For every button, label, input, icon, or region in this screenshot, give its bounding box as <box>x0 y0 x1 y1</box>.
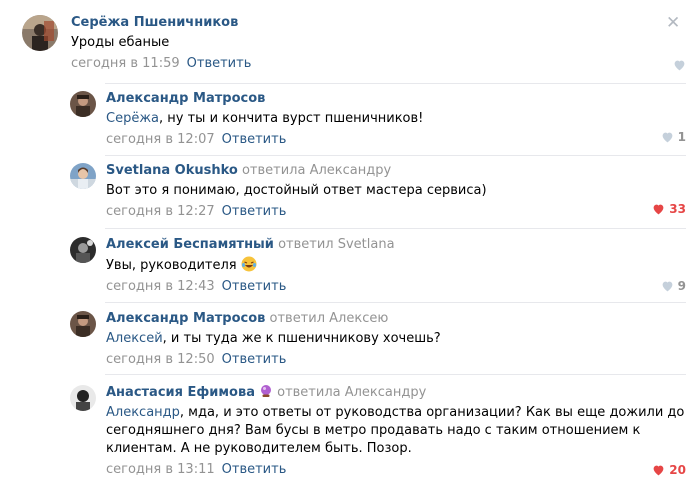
divider <box>105 228 686 229</box>
reply-button[interactable]: Ответить <box>222 279 287 294</box>
reply-to-link[interactable]: ответил Svetlana <box>278 237 394 252</box>
comment-author[interactable]: Серёжа Пшеничников <box>71 15 238 30</box>
comment: Серёжа Пшеничников Уроды ебаные сегодня … <box>22 14 686 84</box>
avatar[interactable] <box>70 311 96 337</box>
comment-text: Серёжа, ну ты и кончита вурст пшеничнико… <box>106 111 424 126</box>
comment-text: Уроды ебаные <box>71 35 170 50</box>
mention-link[interactable]: Серёжа <box>106 111 159 126</box>
like-count: 33 <box>669 202 686 216</box>
comment: Алексей Беспамятный ответил Svetlana Увы… <box>70 236 686 300</box>
comment-text: Алексей, и ты туда же к пшеничникову хоч… <box>106 331 441 346</box>
avatar[interactable] <box>70 385 96 411</box>
comment-text: Вот это я понимаю, достойный ответ масте… <box>106 183 487 198</box>
reply-button[interactable]: Ответить <box>222 462 287 477</box>
like-button[interactable]: 9 <box>661 279 686 293</box>
reply-button[interactable]: Ответить <box>222 132 287 147</box>
comment-time[interactable]: сегодня в 13:11 <box>106 462 215 477</box>
comment-author[interactable]: Александр Матросов <box>106 311 265 326</box>
reply-button[interactable]: Ответить <box>222 204 287 219</box>
mention-link[interactable]: Алексей <box>106 331 163 346</box>
heart-icon <box>662 281 673 292</box>
comment-text: Александр, мда, и это ответы от руководс… <box>106 405 685 456</box>
divider <box>105 374 686 375</box>
reply-to-link[interactable]: ответил Алексею <box>270 311 389 326</box>
divider <box>105 302 686 303</box>
reply-to-link[interactable]: ответила Александру <box>242 163 391 178</box>
like-count: 20 <box>669 463 686 477</box>
like-button[interactable]: 20 <box>652 463 686 477</box>
crystal-ball-icon <box>260 385 271 397</box>
avatar[interactable] <box>70 237 96 263</box>
comment-time[interactable]: сегодня в 12:27 <box>106 204 215 219</box>
avatar[interactable] <box>70 91 96 117</box>
like-button[interactable]: 33 <box>652 202 686 216</box>
reply-button[interactable]: Ответить <box>187 56 252 71</box>
laughing-emoji-icon <box>241 256 257 272</box>
comment: Александр Матросов ответил Алексею Алекс… <box>70 310 686 374</box>
divider <box>105 83 686 84</box>
divider <box>105 155 686 156</box>
comment-time[interactable]: сегодня в 12:07 <box>106 132 215 147</box>
comment-author[interactable]: Анастасия Ефимова <box>106 385 255 400</box>
comment-author[interactable]: Svetlana Okushko <box>106 163 238 178</box>
comment: Анастасия Ефимова ответила Александру Ал… <box>70 384 686 484</box>
comment-text: Увы, руководителя <box>106 256 686 275</box>
reply-button[interactable]: Ответить <box>222 352 287 367</box>
like-count: 1 <box>677 130 686 144</box>
like-count: 9 <box>677 279 686 293</box>
heart-icon <box>653 204 664 215</box>
comment-time[interactable]: сегодня в 11:59 <box>71 56 180 71</box>
like-button[interactable] <box>673 59 686 71</box>
comment-time[interactable]: сегодня в 12:43 <box>106 279 215 294</box>
comment: Svetlana Okushko ответила Александру Вот… <box>70 162 686 226</box>
comment-author[interactable]: Алексей Беспамятный <box>106 237 274 252</box>
comment-time[interactable]: сегодня в 12:50 <box>106 352 215 367</box>
close-icon[interactable]: ✕ <box>666 15 680 32</box>
heart-icon <box>674 60 685 71</box>
like-button[interactable]: 1 <box>661 130 686 144</box>
heart-icon <box>662 132 673 143</box>
heart-icon <box>653 465 664 476</box>
mention-link[interactable]: Александр <box>106 405 180 420</box>
avatar[interactable] <box>70 163 96 189</box>
comment-author[interactable]: Александр Матросов <box>106 91 265 106</box>
comment: Александр Матросов Серёжа, ну ты и кончи… <box>70 90 686 154</box>
avatar[interactable] <box>22 15 58 51</box>
reply-to-link[interactable]: ответила Александру <box>277 385 426 400</box>
